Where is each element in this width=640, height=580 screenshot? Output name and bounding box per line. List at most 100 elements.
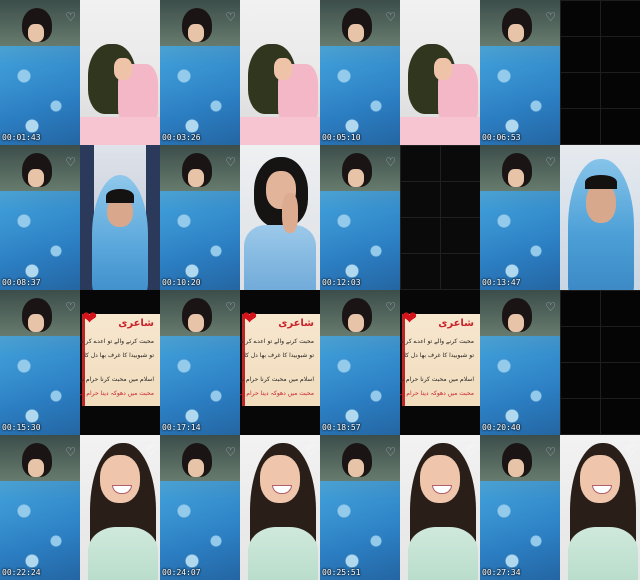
video-thumbnail[interactable]: ♡ 00:01:43 bbox=[0, 0, 80, 145]
timestamp-label: 00:10:20 bbox=[162, 278, 201, 287]
video-thumbnail[interactable] bbox=[560, 145, 640, 290]
floating-hearts-icon: ♡ bbox=[225, 445, 236, 459]
scarf-shape bbox=[160, 481, 240, 580]
floating-hearts-icon: ♡ bbox=[385, 445, 396, 459]
floating-hearts-icon: ♡ bbox=[385, 10, 396, 24]
timestamp-label: 00:12:03 bbox=[322, 278, 361, 287]
timestamp-label: 00:05:10 bbox=[322, 133, 361, 142]
video-thumbnail[interactable]: ♡ 00:15:30 bbox=[0, 290, 80, 435]
scarf-shape bbox=[0, 481, 80, 580]
poetry-title: شاعری bbox=[118, 318, 154, 329]
scarf-shape bbox=[480, 481, 560, 580]
video-thumbnail[interactable]: ❤ شاعری محبت کرنے والے تو اعدے کر شامل تو ش… bbox=[400, 290, 480, 435]
video-thumbnail[interactable]: ♡ bbox=[560, 435, 640, 580]
floating-hearts-icon: ♡ bbox=[144, 443, 157, 459]
poetry-line: اسلام میں محبت کرنا حرام نہیں ہے bbox=[80, 376, 154, 383]
video-thumbnail[interactable]: ♡ bbox=[240, 435, 320, 580]
poetry-line: تو شبوبیدا کا غرف بھا دل کا bbox=[244, 352, 314, 359]
video-thumbnail[interactable]: ♡ 00:25:51 bbox=[320, 435, 400, 580]
timestamp-label: 00:25:51 bbox=[322, 568, 361, 577]
video-thumbnail[interactable]: ♡ 00:17:14 bbox=[160, 290, 240, 435]
hand-shape bbox=[188, 169, 204, 187]
floating-hearts-icon: ♡ bbox=[65, 155, 76, 169]
video-thumbnail[interactable] bbox=[400, 145, 480, 290]
video-thumbnail[interactable]: ♡ bbox=[400, 435, 480, 580]
timestamp-label: 00:27:34 bbox=[482, 568, 521, 577]
video-thumbnail[interactable]: ❤ شاعری محبت کرنے والے تو اعدے کر شامل تو ش… bbox=[80, 290, 160, 435]
video-thumbnail[interactable]: ♡ 00:03:26 bbox=[160, 0, 240, 145]
timestamp-label: 00:18:57 bbox=[322, 423, 361, 432]
timestamp-label: 00:13:47 bbox=[482, 278, 521, 287]
video-thumbnail[interactable]: ♡ 00:06:53 bbox=[480, 0, 560, 145]
hand-shape bbox=[282, 193, 298, 233]
hand-shape bbox=[348, 169, 364, 187]
scarf-shape bbox=[320, 336, 400, 435]
video-thumbnail[interactable]: ♡ 00:05:10 bbox=[320, 0, 400, 145]
video-thumbnail[interactable] bbox=[240, 145, 320, 290]
scarf-shape bbox=[320, 46, 400, 145]
face-shape bbox=[580, 455, 620, 503]
timestamp-label: 00:24:07 bbox=[162, 568, 201, 577]
scarf-shape bbox=[160, 336, 240, 435]
poetry-title: شاعری bbox=[438, 318, 474, 329]
hand-shape bbox=[274, 58, 292, 80]
timestamp-label: 00:01:43 bbox=[2, 133, 41, 142]
timestamp-label: 00:22:24 bbox=[2, 568, 41, 577]
hair-shape bbox=[106, 189, 134, 203]
dress-shape bbox=[88, 527, 158, 580]
hand-shape bbox=[28, 24, 44, 42]
scarf-shape bbox=[160, 191, 240, 290]
floating-hearts-icon: ♡ bbox=[225, 10, 236, 24]
floating-hearts-icon: ♡ bbox=[545, 445, 556, 459]
face-shape bbox=[260, 455, 300, 503]
video-thumbnail[interactable]: ❤ شاعری محبت کرنے والے تو اعدے کر شامل تو ش… bbox=[240, 290, 320, 435]
hand-shape bbox=[508, 459, 524, 477]
heart-icon: ❤ bbox=[402, 308, 418, 329]
face-shape bbox=[586, 183, 616, 223]
dress-shape bbox=[248, 527, 318, 580]
video-thumbnail[interactable]: ♡ 00:10:20 bbox=[160, 145, 240, 290]
shirt-shape bbox=[80, 117, 160, 145]
video-thumbnail[interactable]: ♡ 00:12:03 bbox=[320, 145, 400, 290]
video-thumbnail[interactable]: ♡ 00:27:34 bbox=[480, 435, 560, 580]
dress-shape bbox=[568, 527, 638, 580]
floating-hearts-icon: ♡ bbox=[464, 443, 477, 459]
video-thumbnail[interactable]: ♡ 00:24:07 bbox=[160, 435, 240, 580]
scarf-shape bbox=[480, 191, 560, 290]
video-thumbnail[interactable] bbox=[560, 0, 640, 145]
scarf-shape bbox=[480, 336, 560, 435]
scarf-shape bbox=[160, 46, 240, 145]
shirt-shape bbox=[240, 117, 320, 145]
hand-shape bbox=[434, 58, 452, 80]
video-thumbnail[interactable]: ♡ 00:20:40 bbox=[480, 290, 560, 435]
video-thumbnail-grid: ♡ 00:01:43 ♡ 00:03:26 ♡ 00:05:10 ♡ 00:06:53 ♡ 00:… bbox=[0, 0, 640, 580]
poetry-line: محبت کرنے والے تو اعدے کر شامل bbox=[400, 338, 474, 345]
floating-hearts-icon: ♡ bbox=[304, 443, 317, 459]
video-thumbnail[interactable]: ♡ 00:13:47 bbox=[480, 145, 560, 290]
hand-shape bbox=[114, 58, 132, 80]
floating-hearts-icon: ♡ bbox=[65, 300, 76, 314]
video-thumbnail[interactable]: ♡ 00:08:37 bbox=[0, 145, 80, 290]
video-thumbnail[interactable]: ♡ bbox=[80, 435, 160, 580]
floating-hearts-icon: ♡ bbox=[385, 155, 396, 169]
poetry-line: محبت میں دھوکہ دینا حرام ہے bbox=[80, 390, 154, 397]
video-thumbnail[interactable]: ♡ 00:18:57 bbox=[320, 290, 400, 435]
poetry-line: محبت کرنے والے تو اعدے کر شامل bbox=[80, 338, 154, 345]
scarf-shape bbox=[0, 46, 80, 145]
video-thumbnail[interactable] bbox=[80, 0, 160, 145]
hand-shape bbox=[348, 24, 364, 42]
video-thumbnail[interactable] bbox=[240, 0, 320, 145]
floating-hearts-icon: ♡ bbox=[65, 10, 76, 24]
scarf-shape bbox=[320, 481, 400, 580]
hand-shape bbox=[188, 314, 204, 332]
scarf-shape bbox=[320, 191, 400, 290]
hand-shape bbox=[508, 314, 524, 332]
timestamp-label: 00:17:14 bbox=[162, 423, 201, 432]
video-thumbnail[interactable] bbox=[80, 145, 160, 290]
video-thumbnail[interactable] bbox=[400, 0, 480, 145]
video-thumbnail[interactable] bbox=[560, 290, 640, 435]
video-thumbnail[interactable]: ♡ 00:22:24 bbox=[0, 435, 80, 580]
scarf-shape bbox=[0, 336, 80, 435]
poetry-line: تو شبوبیدا کا غرف بھا دل کا bbox=[84, 352, 154, 359]
hand-shape bbox=[348, 314, 364, 332]
